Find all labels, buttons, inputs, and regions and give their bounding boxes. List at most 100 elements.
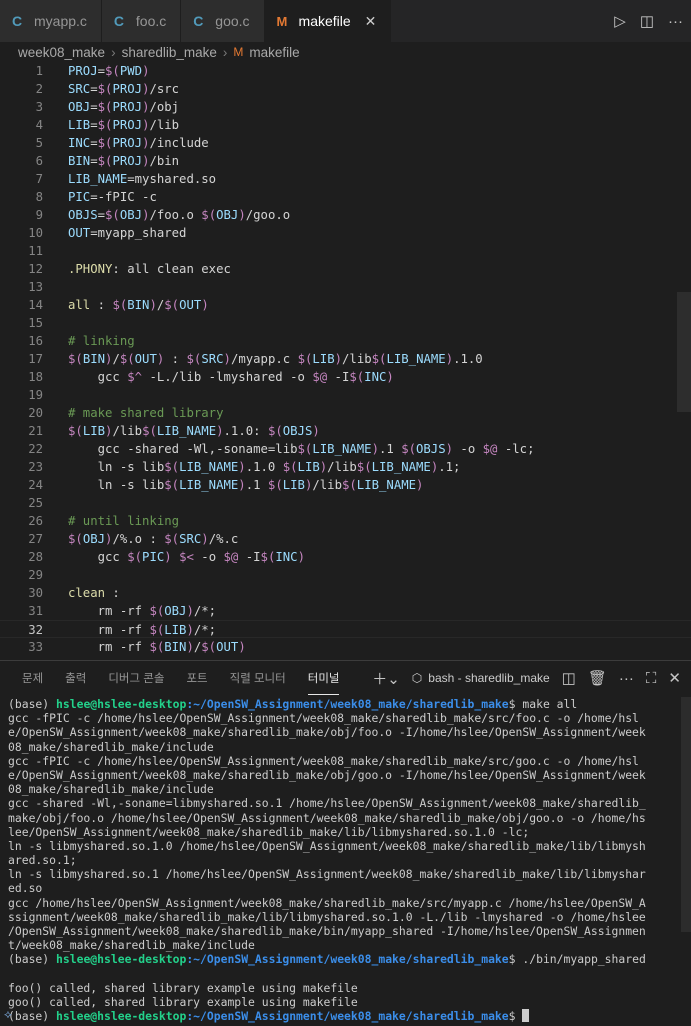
- code-line[interactable]: 27 $(OBJ)/%.o : $(SRC)/%.c: [0, 530, 691, 548]
- terminal-line: gcc -fPIC -c /home/hslee/OpenSW_Assignme…: [8, 753, 639, 768]
- line-number: 27: [28, 532, 43, 546]
- code-line[interactable]: 14 all : $(BIN)/$(OUT): [0, 296, 691, 314]
- terminal-line: gcc -fPIC -c /home/hslee/OpenSW_Assignme…: [8, 711, 639, 726]
- code-text: all : $(BIN)/$(OUT): [68, 298, 209, 312]
- code-text: gcc $(PIC) $< -o $@ -I$(INC): [68, 550, 305, 564]
- code-line[interactable]: 24 ln -s lib$(LIB_NAME).1 $(LIB)/lib$(LI…: [0, 476, 691, 494]
- line-number: 18: [28, 370, 43, 384]
- terminal-line: foo() called, shared library example usi…: [8, 980, 358, 995]
- code-line[interactable]: 13: [0, 278, 691, 296]
- code-line[interactable]: 18 gcc $^ -L./lib -lmyshared -o $@ -I$(I…: [0, 368, 691, 386]
- close-icon[interactable]: ✕: [365, 13, 377, 30]
- code-text: PROJ=$(PWD): [68, 64, 150, 78]
- line-number: 6: [35, 154, 43, 168]
- terminal-line: gcc -shared -Wl,-soname=libmyshared.so.1…: [8, 796, 646, 811]
- terminal-selector[interactable]: ⬡ bash - sharedlib_make: [412, 671, 550, 685]
- code-line[interactable]: 21 $(LIB)/lib$(LIB_NAME).1.0: $(OBJS): [0, 422, 691, 440]
- code-line[interactable]: 12 .PHONY: all clean exec: [0, 260, 691, 278]
- tab-goo-c[interactable]: C goo.c: [181, 0, 265, 42]
- more-icon[interactable]: ···: [619, 670, 634, 687]
- split-editor-icon[interactable]: ◫: [640, 12, 654, 30]
- trash-icon[interactable]: 🗑: [588, 669, 607, 687]
- code-line[interactable]: 4 LIB=$(PROJ)/lib: [0, 116, 691, 134]
- tab-debug-console[interactable]: 디버그 콘솔: [108, 661, 164, 695]
- code-line[interactable]: 26 # until linking: [0, 512, 691, 530]
- line-number: 15: [28, 316, 43, 330]
- code-line[interactable]: 31 rm -rf $(OBJ)/*;: [0, 602, 691, 620]
- code-line[interactable]: 23 ln -s lib$(LIB_NAME).1.0 $(LIB)/lib$(…: [0, 458, 691, 476]
- code-line[interactable]: 16 # linking: [0, 332, 691, 350]
- code-line[interactable]: 10 OUT=myapp_shared: [0, 224, 691, 242]
- code-line[interactable]: 32 rm -rf $(LIB)/*;: [0, 620, 691, 638]
- line-number: 9: [35, 208, 43, 222]
- breadcrumb-item[interactable]: week08_make: [18, 45, 105, 60]
- makefile-icon: M: [233, 45, 244, 59]
- code-line[interactable]: 29: [0, 566, 691, 584]
- code-line[interactable]: 15: [0, 314, 691, 332]
- tab-label: myapp.c: [34, 13, 87, 29]
- code-line[interactable]: 3 OBJ=$(PROJ)/obj: [0, 98, 691, 116]
- code-line[interactable]: 11: [0, 242, 691, 260]
- line-number: 12: [28, 262, 43, 276]
- line-number: 30: [28, 586, 43, 600]
- code-line[interactable]: 6 BIN=$(PROJ)/bin: [0, 152, 691, 170]
- code-line[interactable]: 1 PROJ=$(PWD): [0, 62, 691, 80]
- tab-foo-c[interactable]: C foo.c: [101, 0, 182, 42]
- terminal-output[interactable]: (base) hslee@hslee-desktop:~/OpenSW_Assi…: [8, 697, 678, 1023]
- terminal-line: ared.so.1;: [8, 853, 77, 868]
- breadcrumb-item[interactable]: sharedlib_make: [122, 45, 217, 60]
- bottom-panel: 문제 출력 디버그 콘솔 포트 직렬 모니터 터미널 ＋⌄ ⬡ bash - s…: [0, 660, 691, 1026]
- line-number: 25: [28, 496, 43, 510]
- code-line[interactable]: 2 SRC=$(PROJ)/src: [0, 80, 691, 98]
- line-number: 11: [28, 244, 43, 258]
- line-number: 8: [35, 190, 43, 204]
- code-text: LIB_NAME=myshared.so: [68, 172, 217, 186]
- code-text: INC=$(PROJ)/include: [68, 136, 209, 150]
- line-number: 29: [28, 568, 43, 582]
- tab-problems[interactable]: 문제: [22, 661, 43, 695]
- tab-label: foo.c: [135, 13, 167, 29]
- tab-ports[interactable]: 포트: [186, 661, 207, 695]
- code-line[interactable]: 19: [0, 386, 691, 404]
- line-number: 26: [28, 514, 43, 528]
- code-text: clean :: [68, 586, 120, 600]
- breadcrumb-item[interactable]: makefile: [249, 45, 299, 60]
- line-number: 1: [35, 64, 43, 78]
- terminal-line: e/OpenSW_Assignment/week08_make/sharedli…: [8, 725, 646, 740]
- code-line[interactable]: 7 LIB_NAME=myshared.so: [0, 170, 691, 188]
- code-line[interactable]: 20 # make shared library: [0, 404, 691, 422]
- tab-terminal[interactable]: 터미널: [307, 661, 340, 695]
- code-line[interactable]: 5 INC=$(PROJ)/include: [0, 134, 691, 152]
- line-number: 19: [28, 388, 43, 402]
- code-line[interactable]: 9 OBJS=$(OBJ)/foo.o $(OBJ)/goo.o: [0, 206, 691, 224]
- tab-serial-monitor[interactable]: 직렬 모니터: [230, 661, 286, 695]
- run-icon[interactable]: ▷: [614, 12, 626, 30]
- maximize-icon[interactable]: ⛶: [646, 670, 657, 687]
- code-text: ln -s lib$(LIB_NAME).1 $(LIB)/lib$(LIB_N…: [68, 478, 424, 492]
- tab-myapp-c[interactable]: C myapp.c: [0, 0, 102, 42]
- terminal-line: e/OpenSW_Assignment/week08_make/sharedli…: [8, 767, 646, 782]
- code-line[interactable]: 8 PIC=-fPIC -c: [0, 188, 691, 206]
- line-number: 23: [28, 460, 43, 474]
- code-line[interactable]: 30 clean :: [0, 584, 691, 602]
- line-number: 32: [28, 623, 43, 637]
- code-line[interactable]: 25: [0, 494, 691, 512]
- tab-output[interactable]: 출력: [65, 661, 86, 695]
- code-line[interactable]: 22 gcc -shared -Wl,-soname=lib$(LIB_NAME…: [0, 440, 691, 458]
- split-terminal-icon[interactable]: ◫: [562, 669, 576, 687]
- add-terminal-icon[interactable]: ＋⌄: [372, 668, 400, 689]
- remote-icon[interactable]: ⟡: [4, 1007, 12, 1022]
- code-text: $(OBJ)/%.o : $(SRC)/%.c: [68, 532, 239, 546]
- code-line[interactable]: 33 rm -rf $(BIN)/$(OUT): [0, 638, 691, 656]
- code-text: OBJS=$(OBJ)/foo.o $(OBJ)/goo.o: [68, 208, 291, 222]
- c-file-icon: C: [193, 13, 204, 29]
- terminal-line: ln -s libmyshared.so.1.0 /home/hslee/Ope…: [8, 838, 646, 853]
- code-line[interactable]: 28 gcc $(PIC) $< -o $@ -I$(INC): [0, 548, 691, 566]
- terminal-scrollbar[interactable]: [681, 697, 691, 932]
- code-line[interactable]: 17 $(BIN)/$(OUT) : $(SRC)/myapp.c $(LIB)/…: [0, 350, 691, 368]
- tab-makefile[interactable]: M makefile ✕: [264, 0, 392, 42]
- makefile-icon: M: [276, 13, 288, 29]
- close-panel-icon[interactable]: ✕: [668, 669, 681, 687]
- more-icon[interactable]: ···: [668, 13, 683, 30]
- code-editor[interactable]: 1 PROJ=$(PWD) 2 SRC=$(PROJ)/src 3 OBJ=$(PROJ)…: [0, 62, 691, 657]
